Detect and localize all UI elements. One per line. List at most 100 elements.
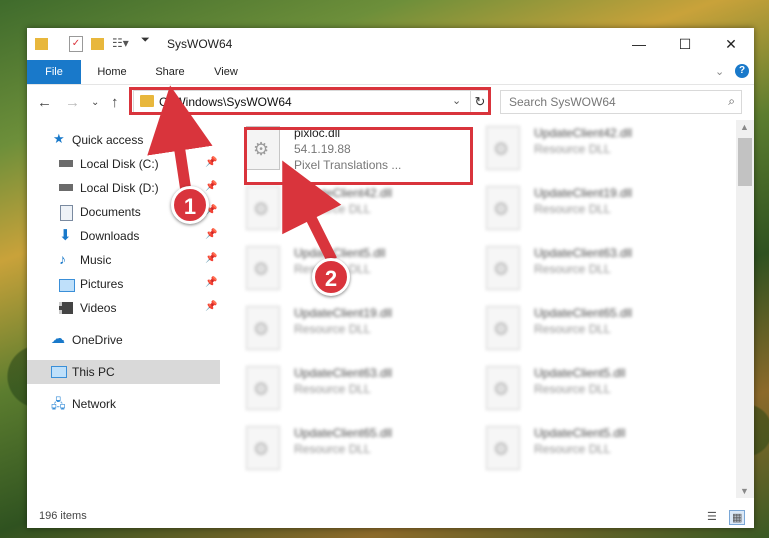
- pictures-icon: [59, 279, 75, 292]
- file-tile[interactable]: ⚙ UpdateClient5.dll Resource DLL: [240, 240, 470, 300]
- scrollbar-thumb[interactable]: [738, 138, 752, 186]
- folder-icon: [35, 38, 48, 50]
- sidebar-item-label: Pictures: [80, 277, 124, 291]
- file-type: Resource DLL: [294, 322, 371, 336]
- sidebar-item-onedrive[interactable]: ☁ OneDrive: [27, 328, 220, 352]
- dll-file-icon: ⚙: [486, 366, 520, 410]
- sidebar-item-label: Local Disk (C:): [80, 157, 159, 171]
- navigation-pane: ★ Quick access Local Disk (C:) 📌 Local D…: [27, 120, 220, 510]
- pin-icon[interactable]: 📌: [205, 181, 217, 192]
- sidebar-item-network[interactable]: 🖧 Network: [27, 392, 220, 416]
- title-bar: ✓ ☷▾ ⏷ SysWOW64 — ☐ ✕: [27, 28, 754, 60]
- pin-icon[interactable]: 📌: [205, 253, 217, 264]
- sidebar-item-this-pc[interactable]: This PC: [27, 360, 220, 384]
- sidebar-item-pictures[interactable]: Pictures 📌: [27, 272, 220, 296]
- dll-file-icon: ⚙: [246, 366, 280, 410]
- tab-view[interactable]: View: [203, 60, 249, 84]
- dll-file-icon: ⚙: [246, 426, 280, 470]
- details-view-icon[interactable]: ☰: [707, 510, 717, 523]
- network-icon: 🖧: [51, 396, 66, 411]
- file-name: UpdateClient65.dll: [534, 306, 633, 320]
- forward-arrow-icon[interactable]: →: [65, 94, 80, 111]
- sidebar-item-videos[interactable]: Videos 📌: [27, 296, 220, 320]
- dll-file-icon: ⚙: [246, 186, 280, 230]
- documents-icon: [60, 205, 73, 221]
- sidebar-item-downloads[interactable]: ⬇ Downloads 📌: [27, 224, 220, 248]
- file-tile[interactable]: ⚙ UpdateClient5.dll Resource DLL: [480, 420, 710, 480]
- sidebar-item-label: Documents: [80, 205, 141, 219]
- close-button[interactable]: ✕: [708, 28, 754, 60]
- file-type: Resource DLL: [294, 202, 371, 216]
- sidebar-item-music[interactable]: ♪ Music 📌: [27, 248, 220, 272]
- help-icon[interactable]: ?: [735, 64, 749, 78]
- scroll-down-icon[interactable]: ▼: [740, 486, 749, 496]
- file-tile[interactable]: ⚙ UpdateClient5.dll Resource DLL: [480, 360, 710, 420]
- pin-icon[interactable]: 📌: [205, 157, 217, 168]
- dll-file-icon: ⚙: [246, 246, 280, 290]
- file-explorer-window: ✓ ☷▾ ⏷ SysWOW64 — ☐ ✕ File Home Share Vi…: [27, 28, 754, 528]
- tab-home[interactable]: Home: [89, 60, 135, 84]
- back-arrow-icon[interactable]: ←: [37, 94, 52, 111]
- scroll-up-icon[interactable]: ▲: [740, 122, 749, 132]
- gear-icon: ⚙: [493, 139, 510, 159]
- expand-ribbon-icon[interactable]: ⌄: [715, 65, 724, 78]
- file-tile[interactable]: ⚙ UpdateClient65.dll Resource DLL: [240, 420, 470, 480]
- file-type: Resource DLL: [534, 262, 611, 276]
- callout-2: 2: [312, 258, 350, 296]
- file-name: UpdateClient5.dll: [534, 426, 626, 440]
- maximize-button[interactable]: ☐: [662, 28, 708, 60]
- file-tile[interactable]: ⚙ UpdateClient65.dll Resource DLL: [480, 300, 710, 360]
- file-name: UpdateClient63.dll: [294, 366, 393, 380]
- sidebar-item-quick-access[interactable]: ★ Quick access: [27, 128, 220, 152]
- file-type: Resource DLL: [294, 382, 371, 396]
- file-tile[interactable]: ⚙ UpdateClient63.dll Resource DLL: [240, 360, 470, 420]
- tab-file[interactable]: File: [27, 60, 81, 84]
- sidebar-item-label: Quick access: [72, 133, 144, 147]
- file-tile[interactable]: ⚙ UpdateClient42.dll Resource DLL: [480, 120, 710, 180]
- tab-share[interactable]: Share: [147, 60, 193, 84]
- file-type: Resource DLL: [294, 442, 371, 456]
- minimize-button[interactable]: —: [616, 28, 662, 60]
- music-icon: ♪: [59, 251, 66, 267]
- sidebar-item-label: This PC: [72, 365, 115, 379]
- status-bar: 196 items ☰ ▦: [27, 506, 754, 528]
- search-placeholder: Search SysWOW64: [509, 95, 616, 109]
- search-input[interactable]: Search SysWOW64 ⌕: [500, 90, 742, 114]
- sidebar-item-label: OneDrive: [72, 333, 123, 347]
- vertical-scrollbar[interactable]: ▲ ▼: [736, 120, 754, 498]
- sidebar-item-label: Music: [80, 253, 112, 267]
- dll-file-icon: ⚙: [486, 126, 520, 170]
- gear-icon: ⚙: [493, 259, 510, 279]
- new-folder-icon[interactable]: [91, 38, 104, 50]
- up-arrow-icon[interactable]: ↑: [111, 94, 119, 111]
- file-tile[interactable]: ⚙ UpdateClient63.dll Resource DLL: [480, 240, 710, 300]
- gear-icon: ⚙: [493, 379, 510, 399]
- file-highlight-box: [244, 127, 473, 185]
- recent-locations-icon[interactable]: ⌄: [91, 97, 99, 108]
- window-title: SysWOW64: [167, 37, 233, 51]
- computer-icon: [51, 366, 67, 378]
- videos-icon: [59, 302, 73, 314]
- dll-file-icon: ⚙: [486, 186, 520, 230]
- file-tile[interactable]: ⚙ UpdateClient19.dll Resource DLL: [480, 180, 710, 240]
- file-tile[interactable]: ⚙ UpdateClient19.dll Resource DLL: [240, 300, 470, 360]
- tiles-view-icon[interactable]: ▦: [729, 510, 746, 525]
- pin-icon[interactable]: 📌: [205, 277, 217, 288]
- customize-toolbar-icon[interactable]: ⏷: [141, 34, 150, 50]
- gear-icon: ⚙: [253, 199, 270, 219]
- gear-icon: ⚙: [253, 379, 270, 399]
- dll-file-icon: ⚙: [486, 306, 520, 350]
- file-name: UpdateClient19.dll: [534, 186, 633, 200]
- file-type: Resource DLL: [534, 322, 611, 336]
- sidebar-item-label: Videos: [80, 301, 117, 315]
- file-tile[interactable]: ⚙ UpdateClient42.dll Resource DLL: [240, 180, 470, 240]
- view-options-icon[interactable]: ☷▾: [112, 36, 129, 52]
- pin-icon[interactable]: 📌: [205, 229, 217, 240]
- properties-icon[interactable]: ✓: [69, 36, 83, 52]
- pin-icon[interactable]: 📌: [205, 301, 217, 312]
- file-type: Resource DLL: [534, 382, 611, 396]
- download-icon: ⬇: [59, 227, 72, 244]
- sidebar-item-local-disk-c[interactable]: Local Disk (C:) 📌: [27, 152, 220, 176]
- address-highlight-box: [129, 87, 491, 115]
- file-type: Resource DLL: [534, 142, 611, 156]
